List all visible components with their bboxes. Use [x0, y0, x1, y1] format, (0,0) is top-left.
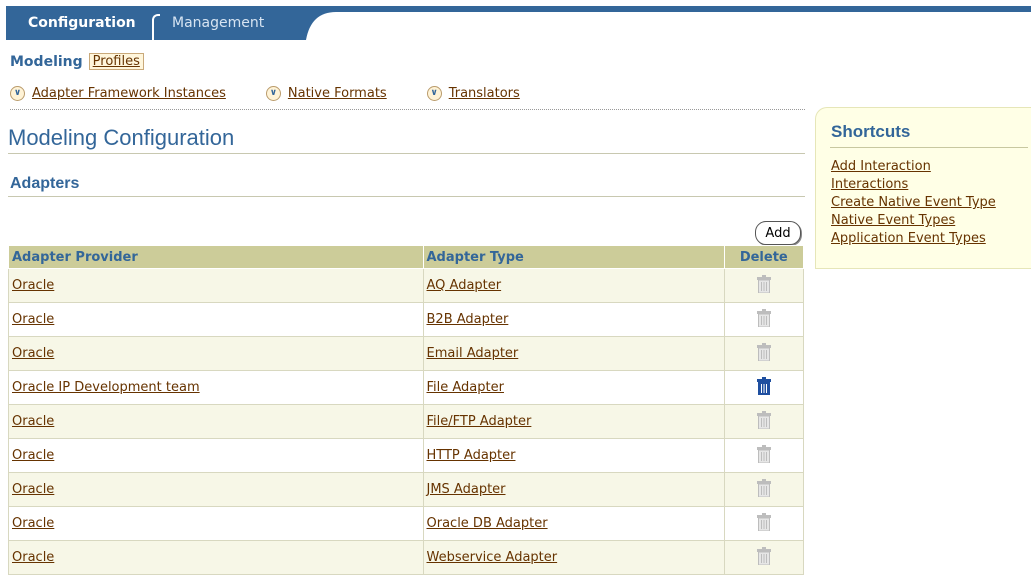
delete-cell: [723, 336, 805, 371]
quick-link-2[interactable]: ∨ Translators: [426, 86, 520, 101]
shortcut-link[interactable]: Interactions: [831, 176, 996, 194]
provider-cell: Oracle: [8, 540, 424, 575]
shortcuts-list: Add Interaction Interactions Create Native…: [831, 158, 996, 248]
shortcuts-title: Shortcuts: [831, 122, 911, 141]
shortcuts-divider: [830, 147, 1028, 148]
delete-cell: [723, 438, 805, 473]
provider-link[interactable]: Oracle IP Development team: [12, 380, 200, 395]
provider-link[interactable]: Oracle: [12, 448, 54, 463]
adapter-type-link[interactable]: File Adapter: [427, 380, 504, 395]
type-cell: Webservice Adapter: [422, 540, 725, 575]
table-row: Oracle Webservice Adapter: [8, 540, 805, 575]
trash-icon[interactable]: [756, 376, 771, 395]
type-cell: Email Adapter: [422, 336, 725, 371]
table-header-row: Adapter Provider Adapter Type Delete: [8, 245, 805, 269]
delete-cell: [723, 540, 805, 575]
provider-link[interactable]: Oracle: [12, 482, 54, 497]
adapter-type-link[interactable]: B2B Adapter: [427, 312, 509, 327]
delete-cell: [723, 268, 805, 303]
quick-link-label[interactable]: Translators: [449, 86, 520, 101]
quick-link-label[interactable]: Native Formats: [288, 86, 387, 101]
table-row: Oracle Email Adapter: [8, 336, 805, 371]
section-divider: [8, 196, 805, 197]
quick-link-label[interactable]: Adapter Framework Instances: [32, 86, 226, 101]
page-title: Modeling Configuration: [8, 125, 235, 150]
table-row: Oracle JMS Adapter: [8, 472, 805, 507]
header-adapter-provider: Adapter Provider: [8, 245, 424, 269]
adapters-table: Adapter Provider Adapter Type Delete Ora…: [8, 245, 805, 575]
top-tab-bar: Configuration Management: [0, 0, 1031, 42]
tab-configuration[interactable]: Configuration: [6, 6, 153, 40]
provider-link[interactable]: Oracle: [12, 278, 54, 293]
trash-icon: [756, 512, 771, 531]
type-cell: Oracle DB Adapter: [422, 506, 725, 541]
trash-icon: [756, 410, 771, 429]
table-row: Oracle IP Development team File Adapter: [8, 370, 805, 405]
trash-icon: [756, 342, 771, 361]
quick-link-1[interactable]: ∨ Native Formats: [265, 86, 387, 101]
quick-links: ∨ Adapter Framework Instances ∨ Native Form…: [10, 86, 560, 101]
provider-link[interactable]: Oracle: [12, 516, 54, 531]
delete-cell: [723, 302, 805, 337]
shortcut-link[interactable]: Native Event Types: [831, 212, 996, 230]
type-cell: AQ Adapter: [422, 268, 725, 303]
provider-cell: Oracle: [8, 472, 424, 507]
header-adapter-type: Adapter Type: [422, 245, 725, 269]
adapter-type-link[interactable]: Webservice Adapter: [427, 550, 558, 565]
subtab-modeling[interactable]: Modeling: [10, 54, 83, 70]
table-row: Oracle B2B Adapter: [8, 302, 805, 337]
provider-cell: Oracle: [8, 268, 424, 303]
type-cell: HTTP Adapter: [422, 438, 725, 473]
provider-cell: Oracle IP Development team: [8, 370, 424, 405]
table-row: Oracle AQ Adapter: [8, 268, 805, 303]
header-delete: Delete: [723, 245, 805, 269]
shortcuts-panel: Shortcuts Add Interaction Interactions Cre…: [815, 107, 1031, 269]
trash-icon: [756, 308, 771, 327]
provider-cell: Oracle: [8, 506, 424, 541]
shortcut-link[interactable]: Application Event Types: [831, 230, 996, 248]
quick-link-0[interactable]: ∨ Adapter Framework Instances: [10, 86, 226, 101]
provider-cell: Oracle: [8, 336, 424, 371]
provider-link[interactable]: Oracle: [12, 346, 54, 361]
shortcut-link[interactable]: Add Interaction: [831, 158, 996, 176]
type-cell: File/FTP Adapter: [422, 404, 725, 439]
trash-icon: [756, 274, 771, 293]
subtab-profiles[interactable]: Profiles: [88, 53, 144, 70]
title-divider: [8, 153, 805, 154]
add-button[interactable]: Add: [755, 221, 801, 245]
type-cell: File Adapter: [422, 370, 725, 405]
adapter-type-link[interactable]: Oracle DB Adapter: [427, 516, 548, 531]
table-row: Oracle Oracle DB Adapter: [8, 506, 805, 541]
dotted-divider: [10, 109, 805, 110]
adapter-type-link[interactable]: HTTP Adapter: [427, 448, 516, 463]
table-row: Oracle File/FTP Adapter: [8, 404, 805, 439]
delete-cell: [723, 506, 805, 541]
type-cell: JMS Adapter: [422, 472, 725, 507]
trash-icon: [756, 478, 771, 497]
section-title: Adapters: [10, 175, 80, 192]
provider-link[interactable]: Oracle: [12, 414, 54, 429]
provider-cell: Oracle: [8, 438, 424, 473]
chevron-down-icon[interactable]: ∨: [265, 86, 281, 101]
provider-cell: Oracle: [8, 302, 424, 337]
adapter-type-link[interactable]: JMS Adapter: [427, 482, 506, 497]
tab-management[interactable]: Management: [158, 6, 308, 40]
delete-cell: [723, 370, 805, 405]
trash-icon: [756, 444, 771, 463]
delete-cell: [723, 472, 805, 507]
adapter-type-link[interactable]: Email Adapter: [427, 346, 519, 361]
provider-link[interactable]: Oracle: [12, 550, 54, 565]
chevron-down-icon[interactable]: ∨: [426, 86, 442, 101]
shortcut-link[interactable]: Create Native Event Type: [831, 194, 996, 212]
delete-cell: [723, 404, 805, 439]
adapter-type-link[interactable]: File/FTP Adapter: [427, 414, 532, 429]
table-row: Oracle HTTP Adapter: [8, 438, 805, 473]
trash-icon: [756, 546, 771, 565]
chevron-down-icon[interactable]: ∨: [10, 86, 25, 101]
adapter-type-link[interactable]: AQ Adapter: [427, 278, 502, 293]
provider-cell: Oracle: [8, 404, 424, 439]
subtab-bar: Modeling Profiles: [10, 53, 144, 70]
provider-link[interactable]: Oracle: [12, 312, 54, 327]
type-cell: B2B Adapter: [422, 302, 725, 337]
